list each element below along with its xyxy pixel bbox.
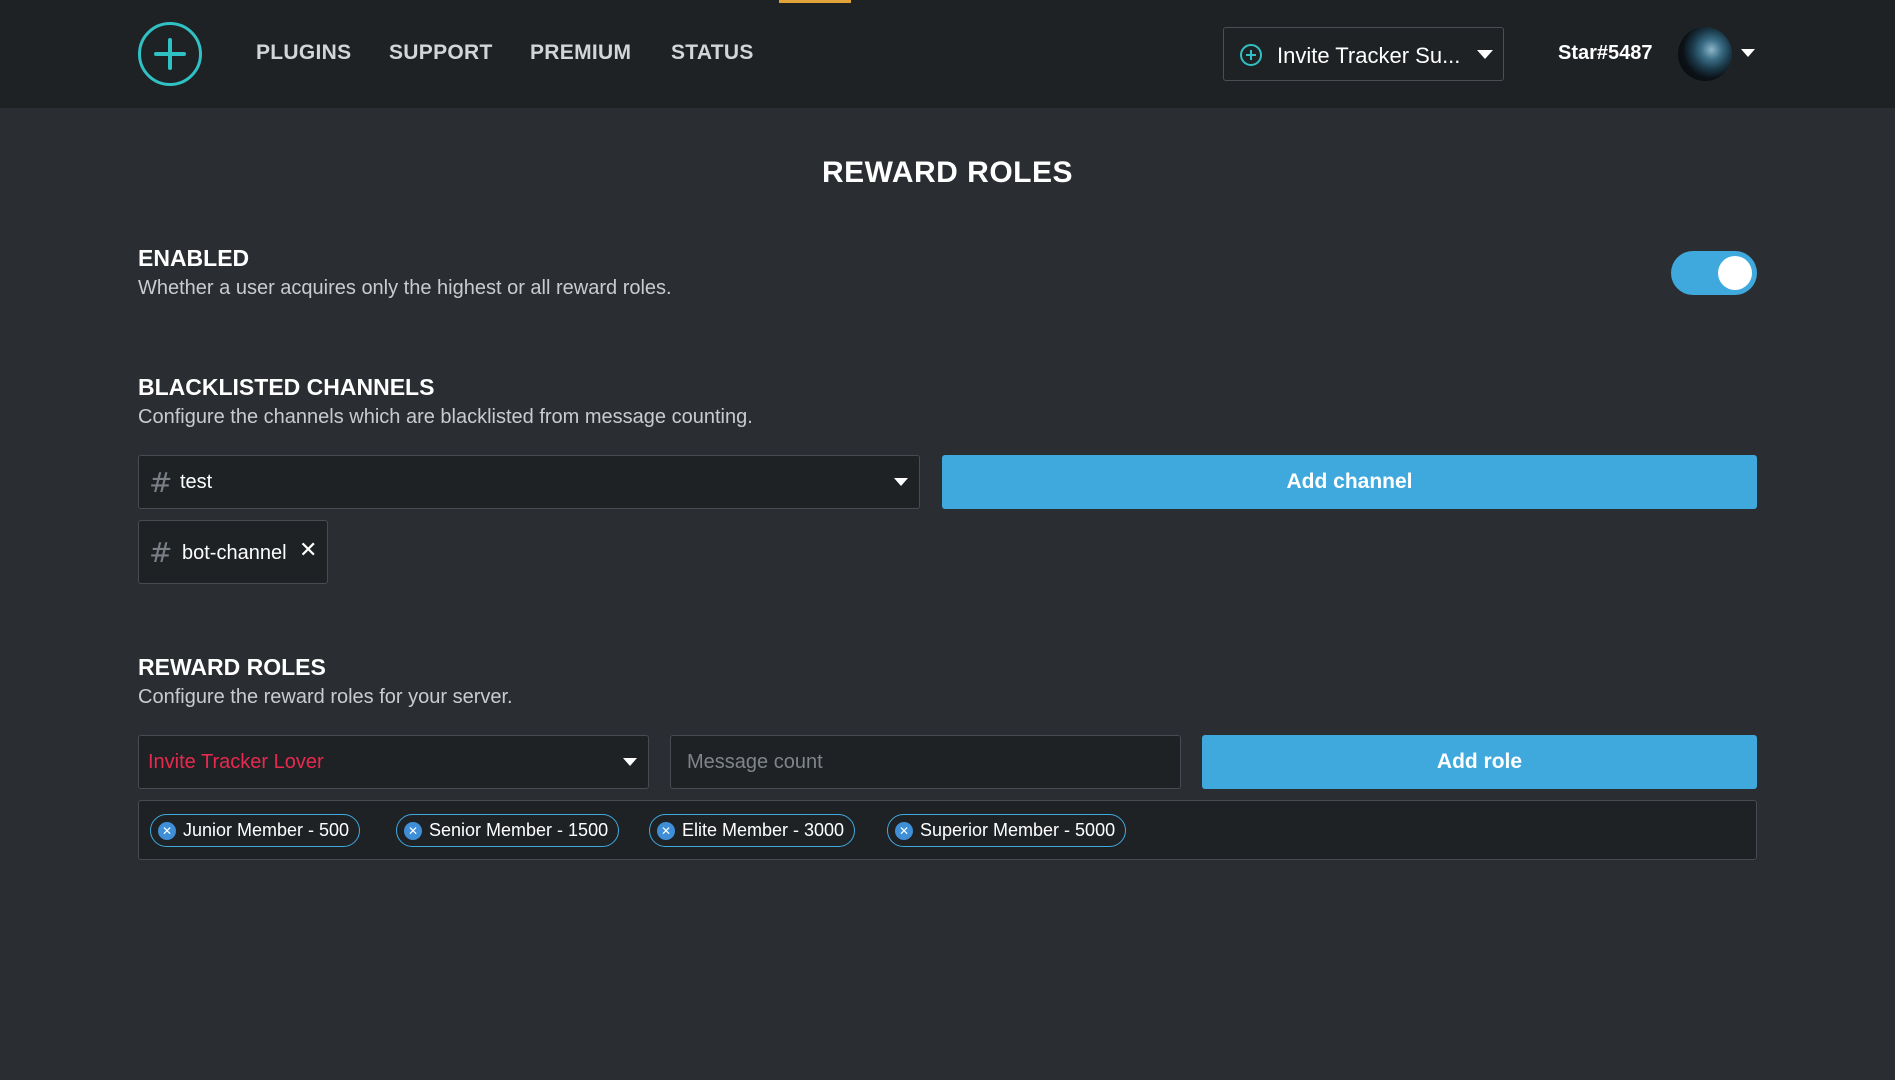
channel-select[interactable]: # test — [138, 455, 920, 509]
remove-role-icon[interactable]: ✕ — [657, 821, 675, 840]
nav-link-premium[interactable]: PREMIUM — [530, 41, 631, 65]
avatar[interactable] — [1678, 27, 1732, 81]
remove-channel-icon[interactable]: ✕ — [299, 538, 317, 563]
role-select[interactable]: Invite Tracker Lover — [138, 735, 649, 789]
nav-link-status[interactable]: STATUS — [671, 41, 754, 65]
enabled-description: Whether a user acquires only the highest… — [138, 277, 672, 299]
enabled-toggle[interactable] — [1671, 251, 1757, 295]
add-channel-button[interactable]: Add channel — [942, 455, 1757, 509]
chevron-down-icon — [1477, 50, 1493, 59]
user-menu-chevron-icon[interactable] — [1741, 49, 1755, 57]
server-selector[interactable]: Invite Tracker Su... — [1223, 27, 1504, 81]
channel-select-value: test — [180, 471, 213, 493]
role-chip: ✕ Senior Member - 1500 — [396, 814, 620, 847]
role-select-value: Invite Tracker Lover — [148, 751, 324, 773]
blacklisted-channels-description: Configure the channels which are blackli… — [138, 406, 753, 428]
username[interactable]: Star#5487 — [1558, 42, 1653, 65]
blacklisted-channels-title: BLACKLISTED CHANNELS — [138, 374, 435, 400]
role-chip: ✕ Elite Member - 3000 — [649, 814, 856, 847]
nav-link-plugins[interactable]: PLUGINS — [256, 41, 351, 65]
role-chip-label: Superior Member - 5000 — [920, 820, 1116, 840]
add-role-button[interactable]: Add role — [1202, 735, 1757, 789]
role-chip: ✕ Junior Member - 500 — [150, 814, 361, 847]
nav-link-support[interactable]: SUPPORT — [389, 41, 493, 65]
reward-roles-list: ✕ Junior Member - 500 ✕ Senior Member - … — [138, 800, 1757, 860]
reward-roles-title: REWARD ROLES — [138, 654, 326, 680]
chevron-down-icon — [894, 478, 908, 486]
chevron-down-icon — [623, 758, 637, 766]
enabled-title: ENABLED — [138, 245, 250, 271]
channel-chip: # bot-channel ✕ — [138, 520, 328, 584]
role-chip-label: Junior Member - 500 — [183, 820, 350, 840]
remove-role-icon[interactable]: ✕ — [404, 821, 422, 840]
channel-chip-label: bot-channel — [182, 542, 287, 564]
remove-role-icon[interactable]: ✕ — [895, 821, 913, 840]
toggle-knob — [1718, 256, 1752, 290]
plus-logo-icon[interactable] — [138, 22, 202, 86]
role-chip: ✕ Superior Member - 5000 — [887, 814, 1127, 847]
reward-roles-description: Configure the reward roles for your serv… — [138, 686, 513, 708]
hash-icon: # — [149, 466, 173, 499]
server-plus-icon — [1240, 44, 1262, 66]
remove-role-icon[interactable]: ✕ — [158, 821, 176, 840]
message-count-input[interactable] — [670, 735, 1181, 789]
role-chip-label: Elite Member - 3000 — [682, 820, 845, 840]
nav-active-indicator — [779, 0, 851, 3]
hash-icon: # — [149, 536, 173, 569]
role-chip-label: Senior Member - 1500 — [429, 820, 609, 840]
server-name: Invite Tracker Su... — [1277, 43, 1461, 68]
page-title: REWARD ROLES — [821, 156, 1073, 189]
top-navbar: PLUGINS SUPPORT PREMIUM STATUS Invite Tr… — [0, 0, 1895, 108]
